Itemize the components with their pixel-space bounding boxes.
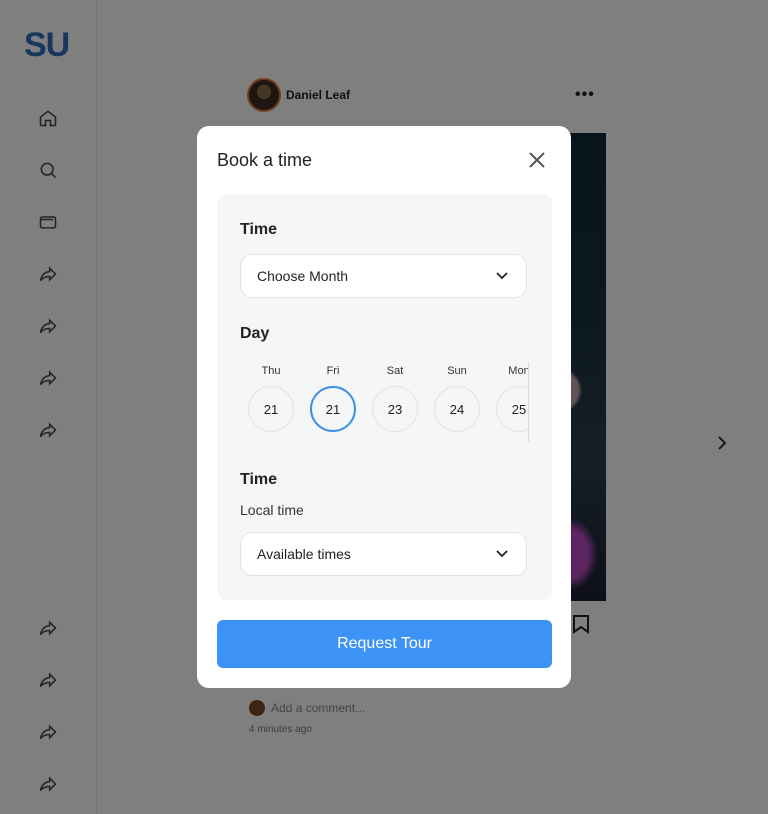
close-icon[interactable] [527, 150, 547, 170]
day-date: 21 [310, 386, 356, 432]
modal-title: Book a time [217, 150, 313, 170]
day-date: 24 [434, 386, 480, 432]
booking-panel: Time Choose Month Day Thu 21 Fri 21 Sat … [217, 194, 552, 600]
chevron-down-icon [494, 267, 510, 286]
day-name: Sun [447, 365, 467, 377]
day-option[interactable]: Sun 24 [426, 362, 488, 442]
day-option-selected[interactable]: Fri 21 [302, 362, 364, 442]
times-select-value: Available times [257, 546, 351, 562]
day-date: 21 [248, 386, 294, 432]
day-label: Day [240, 325, 270, 342]
day-name: Thu [261, 365, 281, 377]
local-time-label: Local time [240, 502, 304, 518]
day-picker: Thu 21 Fri 21 Sat 23 Sun 24 Mon 25 [240, 362, 529, 442]
month-select[interactable]: Choose Month [240, 254, 527, 298]
times-select[interactable]: Available times [240, 532, 527, 576]
day-name: Mon [508, 365, 529, 377]
day-name: Fri [326, 365, 340, 377]
time-label-2: Time [240, 471, 278, 488]
day-date: 25 [496, 386, 528, 432]
day-date: 23 [372, 386, 418, 432]
month-select-value: Choose Month [257, 268, 349, 284]
request-tour-button[interactable]: Request Tour [217, 620, 552, 668]
day-name: Sat [386, 365, 404, 377]
day-option[interactable]: Mon 25 [488, 362, 529, 442]
day-option[interactable]: Sat 23 [364, 362, 426, 442]
time-label: Time [240, 221, 278, 238]
chevron-down-icon [494, 545, 510, 564]
book-time-modal: Book a time Time Choose Month Day Thu 21… [197, 126, 571, 688]
day-option[interactable]: Thu 21 [240, 362, 302, 442]
